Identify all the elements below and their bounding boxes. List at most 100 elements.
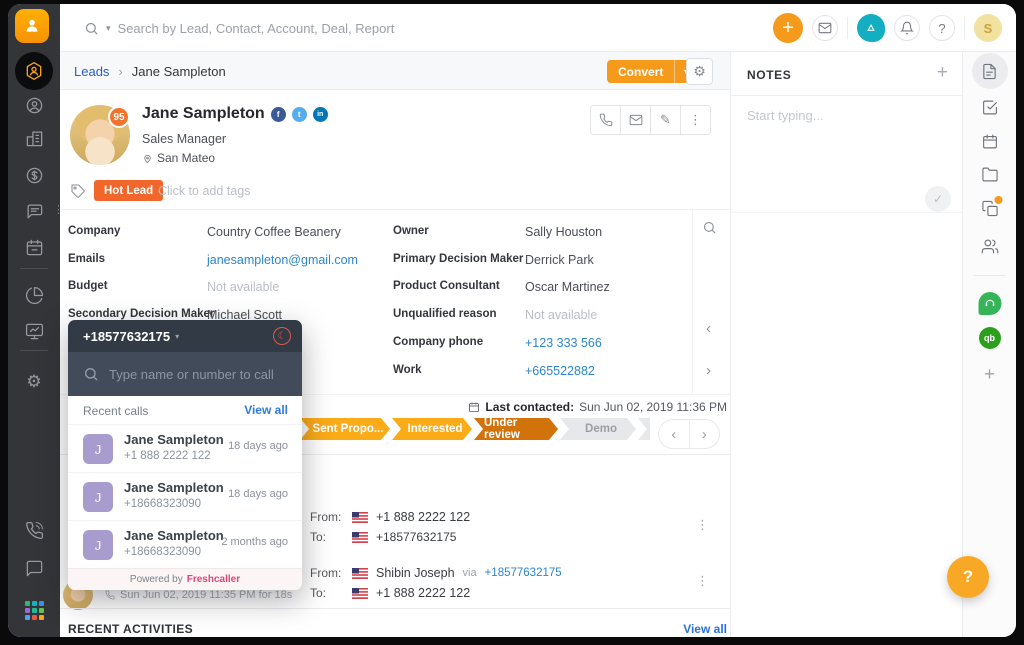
recent-call-item[interactable]: J Jane Sampleton +18668323090 18 days ag… xyxy=(68,472,302,520)
sidebar-item-leads[interactable] xyxy=(15,52,53,90)
search-icon xyxy=(702,220,717,235)
rail-tasks-button[interactable] xyxy=(981,99,998,116)
recent-call-item[interactable]: J Jane Sampleton +1 888 2222 122 18 days… xyxy=(68,424,302,472)
rail-add-app-button[interactable]: + xyxy=(984,364,995,385)
breadcrumb-leads-link[interactable]: Leads xyxy=(74,64,109,79)
note-file-icon xyxy=(981,63,998,80)
section-divider xyxy=(60,608,730,609)
search-input[interactable] xyxy=(118,21,498,36)
sidebar-item-app-switcher[interactable] xyxy=(8,595,60,625)
last-contacted-value: Sun Jun 02, 2019 11:36 PM xyxy=(579,400,727,414)
pie-chart-icon xyxy=(25,286,44,305)
pipeline-next-button[interactable]: › xyxy=(690,420,720,448)
stage-interested[interactable]: Interested xyxy=(392,418,472,440)
phone-link[interactable]: +665522882 xyxy=(525,364,595,378)
sidebar-item-deals[interactable] xyxy=(8,160,60,190)
details-next-button[interactable]: › xyxy=(706,362,711,379)
add-tags-input[interactable] xyxy=(158,180,378,201)
call-to-row: To: +1 888 2222 122 xyxy=(310,585,470,601)
global-search[interactable]: ▾ xyxy=(84,4,498,52)
powered-by-label: Powered by xyxy=(130,574,183,585)
recent-activities-view-all-link[interactable]: View all xyxy=(683,622,727,636)
freshsales-logo[interactable] xyxy=(15,9,49,43)
call-contact-name: Jane Sampleton xyxy=(124,528,224,543)
dialer-caller-id[interactable]: +18577632175 xyxy=(83,329,170,344)
notes-input[interactable] xyxy=(747,108,947,218)
sidebar-item-dashboard[interactable] xyxy=(8,316,60,346)
freshworks-switcher-button[interactable] xyxy=(857,14,885,42)
lead-location: San Mateo xyxy=(142,151,215,165)
add-note-button[interactable]: + xyxy=(937,62,948,84)
sidebar-item-appointments[interactable] xyxy=(8,232,60,262)
sidebar-item-accounts[interactable] xyxy=(8,123,60,153)
location-pin-icon xyxy=(142,152,153,165)
convert-button[interactable]: Convert xyxy=(607,60,674,83)
stage-next-partial[interactable] xyxy=(638,418,650,440)
notifications-button[interactable] xyxy=(894,15,920,41)
send-email-button[interactable] xyxy=(620,105,651,135)
help-button[interactable]: ? xyxy=(929,15,955,41)
save-note-button[interactable]: ✓ xyxy=(925,186,951,212)
detail-row: Company Country Coffee Beanery xyxy=(68,225,398,241)
freshcaller-brand-link[interactable]: Freshcaller xyxy=(187,574,240,585)
envelope-icon xyxy=(818,21,832,35)
page-settings-button[interactable]: ⚙ xyxy=(686,58,713,85)
sidebar-item-chat[interactable] xyxy=(8,553,60,583)
sidebar-divider xyxy=(20,350,48,351)
sidebar-item-phone[interactable] xyxy=(8,515,60,545)
stage-sent-proposal[interactable]: Sent Propo... xyxy=(300,418,390,440)
call-record-more-icon[interactable]: ⋮ xyxy=(696,573,709,589)
us-flag-icon xyxy=(352,532,368,543)
stage-demo[interactable]: Demo xyxy=(560,418,636,440)
pipeline-prev-button[interactable]: ‹ xyxy=(659,420,690,448)
rail-freshdesk-button[interactable] xyxy=(978,292,1001,315)
phone-link[interactable]: +123 333 566 xyxy=(525,336,602,350)
rail-related-contacts-button[interactable] xyxy=(981,238,998,255)
help-fab-button[interactable]: ? xyxy=(947,556,989,598)
sidebar-item-analytics[interactable] xyxy=(8,280,60,310)
detail-row: Primary Decision Maker Derrick Park xyxy=(393,253,693,269)
email-button[interactable] xyxy=(812,15,838,41)
breadcrumb: Leads › Jane Sampleton xyxy=(74,52,226,90)
recent-calls-header: Recent calls View all xyxy=(68,396,302,424)
last-contacted: Last contacted: Sun Jun 02, 2019 11:36 P… xyxy=(468,400,727,414)
rail-files-button[interactable] xyxy=(981,166,998,183)
stage-under-review[interactable]: Under review xyxy=(474,418,558,440)
facebook-icon[interactable]: f xyxy=(271,107,286,122)
recent-call-item[interactable]: J Jane Sampleton +18668323090 2 months a… xyxy=(68,520,302,568)
more-actions-button[interactable]: ⋮ xyxy=(680,105,711,135)
user-avatar[interactable]: S xyxy=(974,14,1002,42)
sidebar-item-settings[interactable]: ⚙ xyxy=(8,367,60,397)
call-avatar: J xyxy=(83,434,113,464)
call-avatar: J xyxy=(83,530,113,560)
quick-add-button[interactable]: + xyxy=(773,13,803,43)
field-label: Emails xyxy=(68,253,105,265)
email-link[interactable]: janesampleton@gmail.com xyxy=(207,253,358,267)
call-button[interactable] xyxy=(590,105,621,135)
calendar-icon xyxy=(981,133,998,150)
to-label: To: xyxy=(310,530,344,544)
dialer-status-moon-icon[interactable]: ☾ xyxy=(273,327,291,345)
edit-button[interactable]: ✎ xyxy=(650,105,681,135)
call-to-number-link[interactable]: +18577632175 xyxy=(376,530,456,544)
rail-appointments-button[interactable] xyxy=(981,133,998,150)
via-number-link[interactable]: +18577632175 xyxy=(485,567,562,579)
details-prev-button[interactable]: ‹ xyxy=(706,320,711,337)
sidebar-drag-handle[interactable]: ⋮ xyxy=(53,203,64,216)
details-divider xyxy=(692,209,693,394)
rail-quickbooks-button[interactable]: qb xyxy=(979,327,1001,349)
sidebar-item-contacts[interactable] xyxy=(8,90,60,120)
dialer-search-input[interactable] xyxy=(109,367,284,382)
details-search-button[interactable] xyxy=(702,220,717,240)
twitter-icon[interactable]: t xyxy=(292,107,307,122)
hot-lead-tag[interactable]: Hot Lead xyxy=(94,180,163,201)
dialer-search[interactable] xyxy=(68,352,302,396)
rail-duplicates-button[interactable] xyxy=(981,200,998,217)
search-scope-caret-icon[interactable]: ▾ xyxy=(106,23,111,34)
dialer-view-all-link[interactable]: View all xyxy=(244,403,288,417)
rail-notes-button[interactable] xyxy=(972,53,1008,89)
caller-name-link[interactable]: Shibin Joseph xyxy=(376,566,455,580)
linkedin-icon[interactable]: in xyxy=(313,107,328,122)
section-divider xyxy=(60,209,730,210)
call-record-more-icon[interactable]: ⋮ xyxy=(696,517,709,533)
